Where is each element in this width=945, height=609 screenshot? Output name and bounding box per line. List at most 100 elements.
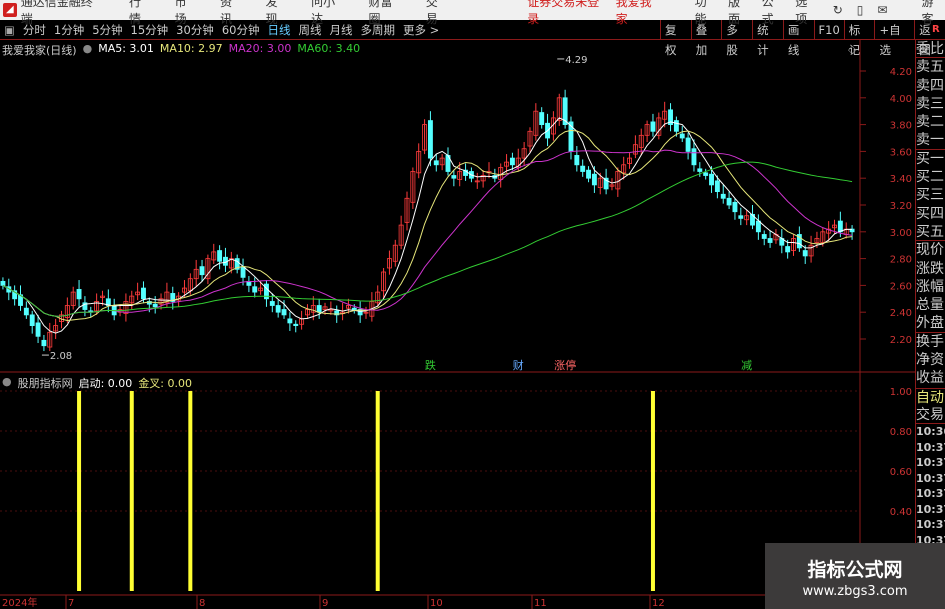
candle xyxy=(738,215,744,219)
y-tick-label: 2.20 xyxy=(890,335,912,346)
candle xyxy=(29,314,35,327)
candle xyxy=(275,305,281,313)
x-tick-label: 8 xyxy=(199,598,205,609)
candle xyxy=(714,180,720,193)
candle xyxy=(316,305,322,313)
quote-label: 卖三 xyxy=(916,95,944,112)
quote-label: 买三 xyxy=(916,187,944,204)
trade-label: 交易 xyxy=(916,406,945,425)
quote-label: 买四 xyxy=(916,205,944,222)
trade-time: 10:37 xyxy=(916,487,945,501)
quote-label: 涨跌 xyxy=(916,260,944,277)
indicator-tick-label: 1.00 xyxy=(890,387,912,398)
candle xyxy=(281,309,287,316)
quote-label: 卖一 xyxy=(916,132,945,150)
settings-icon[interactable]: ● xyxy=(83,42,93,58)
ma60-label: MA60: 3.40 xyxy=(297,42,361,55)
candle xyxy=(152,303,158,308)
candle xyxy=(141,287,146,300)
quote-label: 收益 xyxy=(916,370,944,387)
y-tick-label: 4.20 xyxy=(890,67,912,78)
candle xyxy=(755,220,761,233)
quote-label: 涨幅 xyxy=(916,278,944,295)
trade-time: 10:36 xyxy=(916,425,945,439)
candle xyxy=(685,137,691,152)
indicator-bar xyxy=(188,391,193,591)
indicator-tick-label: 0.60 xyxy=(890,467,912,478)
quote-label: 净资 xyxy=(916,352,944,369)
candle xyxy=(785,246,791,253)
ma10-line xyxy=(2,129,853,322)
indicator-bar xyxy=(129,391,134,591)
candle xyxy=(580,165,586,172)
y-tick-label: 3.20 xyxy=(890,201,912,212)
quote-label: 总量 xyxy=(916,297,944,314)
candle xyxy=(802,250,808,257)
quote-label: 现价 xyxy=(916,242,944,259)
auto-label[interactable]: 自动 xyxy=(916,387,945,406)
candle xyxy=(451,175,457,179)
indicator-bar xyxy=(650,391,655,591)
candle xyxy=(574,155,580,166)
signal-tag: 跌 xyxy=(425,358,436,372)
candle xyxy=(673,120,679,132)
quote-label: 买五 xyxy=(916,223,945,242)
candle xyxy=(433,160,439,166)
candle xyxy=(0,280,6,286)
candle xyxy=(761,234,767,239)
candle xyxy=(691,148,697,166)
y-tick-label: 3.80 xyxy=(890,121,912,132)
diamond-icon: ◇ xyxy=(848,43,857,56)
y-tick-label: 2.40 xyxy=(890,308,912,319)
indicator-bar xyxy=(375,391,380,591)
candle xyxy=(509,157,515,166)
quote-label: 外盘 xyxy=(916,315,945,333)
y-tick-label: 2.80 xyxy=(890,255,912,266)
candle xyxy=(726,197,732,206)
y-tick-label: 3.40 xyxy=(890,174,912,185)
candle xyxy=(217,250,223,262)
trade-time: 10:37 xyxy=(916,518,945,532)
x-tick-label: 7 xyxy=(68,598,74,609)
kline-chart[interactable]: 4.20 4.00 3.80 3.60 3.40 3.20 3.00 2.80 2.60 2.40… xyxy=(0,0,945,609)
candle xyxy=(732,201,738,213)
watermark-title: 指标公式网 xyxy=(807,559,903,581)
candle xyxy=(650,121,656,132)
candle xyxy=(591,173,597,186)
candle xyxy=(287,318,293,324)
candle xyxy=(23,307,29,316)
candle xyxy=(703,172,709,176)
candle xyxy=(269,301,275,306)
candle xyxy=(240,266,246,278)
candle xyxy=(720,193,726,199)
quote-label: 卖五 xyxy=(916,59,944,76)
high-price-label: 4.29 xyxy=(565,55,587,66)
quote-label: 委比 xyxy=(916,41,945,59)
quote-label: 卖四 xyxy=(916,77,944,94)
cross-value: 金叉: 0.00 xyxy=(138,377,193,390)
indicator-name: 股朋指标网 xyxy=(17,377,73,390)
quote-label: 换手 xyxy=(916,333,944,350)
candle xyxy=(427,120,433,159)
candle xyxy=(76,289,82,300)
signal-tag: 减 xyxy=(741,359,752,372)
candle xyxy=(199,266,205,276)
ma60-line xyxy=(2,161,853,317)
candle xyxy=(252,286,258,293)
ma5-label: MA5: 3.01 xyxy=(98,42,154,55)
quote-label: 买二 xyxy=(916,169,944,186)
candle xyxy=(679,133,685,139)
quote-panel: 委比 卖五 卖四 卖三 卖二 卖一 买一 买二 买三 买四 买五 现价 涨跌 涨幅 总量 外盘 换手 净资 收益 自动… xyxy=(915,40,945,609)
ma20-label: MA20: 3.00 xyxy=(228,42,292,55)
watermark-url: www.zbgs3.com xyxy=(802,584,908,599)
candle xyxy=(697,168,703,172)
settings-icon[interactable]: ● xyxy=(2,375,12,391)
indicator-bar xyxy=(77,391,82,591)
trade-time: 10:37 xyxy=(916,502,945,516)
chart-header: 我爱我家(日线) ● MA5: 3.01 MA10: 2.97 MA20: 3.… xyxy=(2,42,360,58)
signal-tag: 涨停 xyxy=(554,358,576,372)
candle xyxy=(709,173,714,186)
candle xyxy=(767,238,773,243)
quote-label: 买一 xyxy=(916,150,944,167)
indicator-header: ● 股朋指标网 启动: 0.00 金叉: 0.00 xyxy=(2,375,192,391)
